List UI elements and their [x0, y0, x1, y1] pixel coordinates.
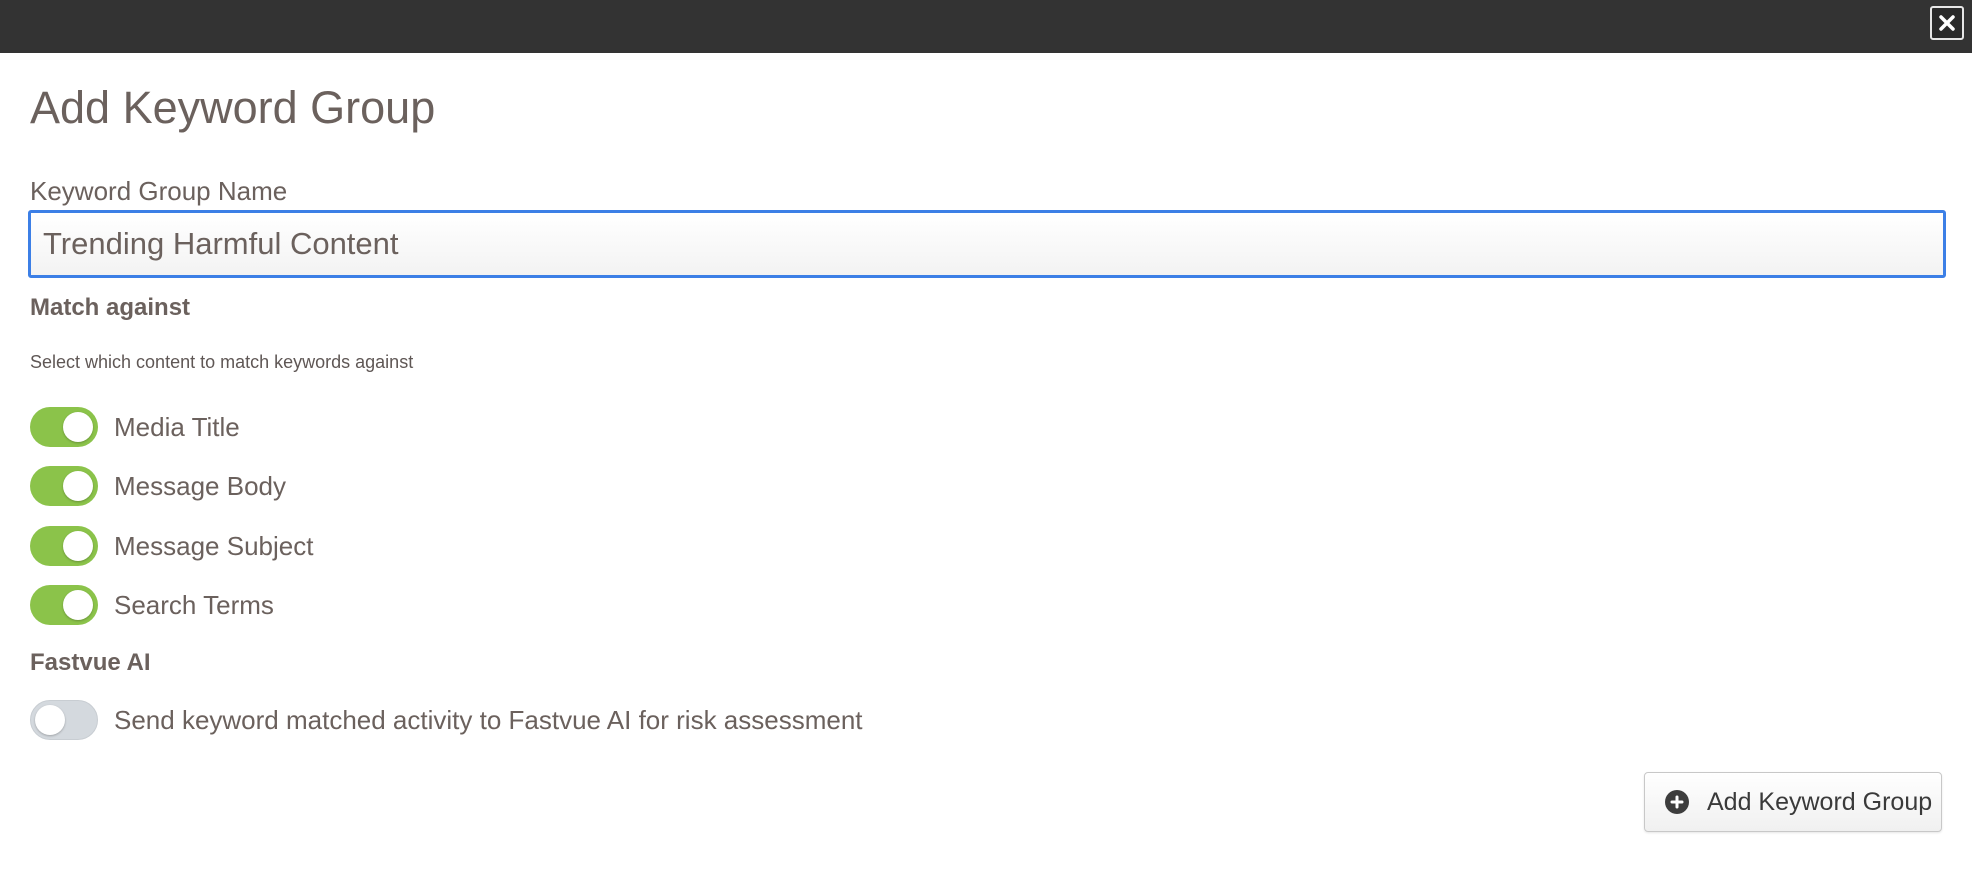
toggle-row-search-terms: Search Terms: [30, 585, 274, 625]
toggle-knob: [63, 590, 93, 620]
media-title-toggle[interactable]: [30, 407, 98, 447]
toggle-knob: [63, 471, 93, 501]
add-keyword-group-button[interactable]: Add Keyword Group: [1644, 772, 1942, 832]
message-body-label: Message Body: [114, 470, 286, 501]
toggle-row-fastvue-ai: Send keyword matched activity to Fastvue…: [30, 700, 863, 740]
dialog-top-bar: [0, 0, 1972, 53]
fastvue-ai-toggle[interactable]: [30, 700, 98, 740]
toggle-row-message-subject: Message Subject: [30, 526, 313, 566]
match-against-helper-text: Select which content to match keywords a…: [30, 352, 414, 372]
add-keyword-group-button-label: Add Keyword Group: [1707, 787, 1933, 816]
media-title-label: Media Title: [114, 411, 240, 442]
fastvue-ai-heading: Fastvue AI: [30, 649, 151, 676]
plus-circle-icon: [1665, 790, 1689, 814]
toggle-row-message-body: Message Body: [30, 466, 286, 506]
toggle-knob: [63, 531, 93, 561]
message-body-toggle[interactable]: [30, 466, 98, 506]
keyword-group-name-label: Keyword Group Name: [30, 176, 288, 206]
fastvue-ai-label: Send keyword matched activity to Fastvue…: [114, 704, 863, 735]
keyword-group-name-input[interactable]: [28, 210, 1946, 278]
close-icon: [1939, 15, 1955, 31]
message-subject-toggle[interactable]: [30, 526, 98, 566]
match-against-heading: Match against: [30, 294, 191, 321]
dialog-title: Add Keyword Group: [30, 82, 436, 133]
toggle-knob: [35, 705, 65, 735]
search-terms-toggle[interactable]: [30, 585, 98, 625]
close-button[interactable]: [1930, 6, 1964, 40]
search-terms-label: Search Terms: [114, 589, 274, 620]
toggle-row-media-title: Media Title: [30, 407, 240, 447]
message-subject-label: Message Subject: [114, 530, 314, 561]
toggle-knob: [63, 412, 93, 442]
